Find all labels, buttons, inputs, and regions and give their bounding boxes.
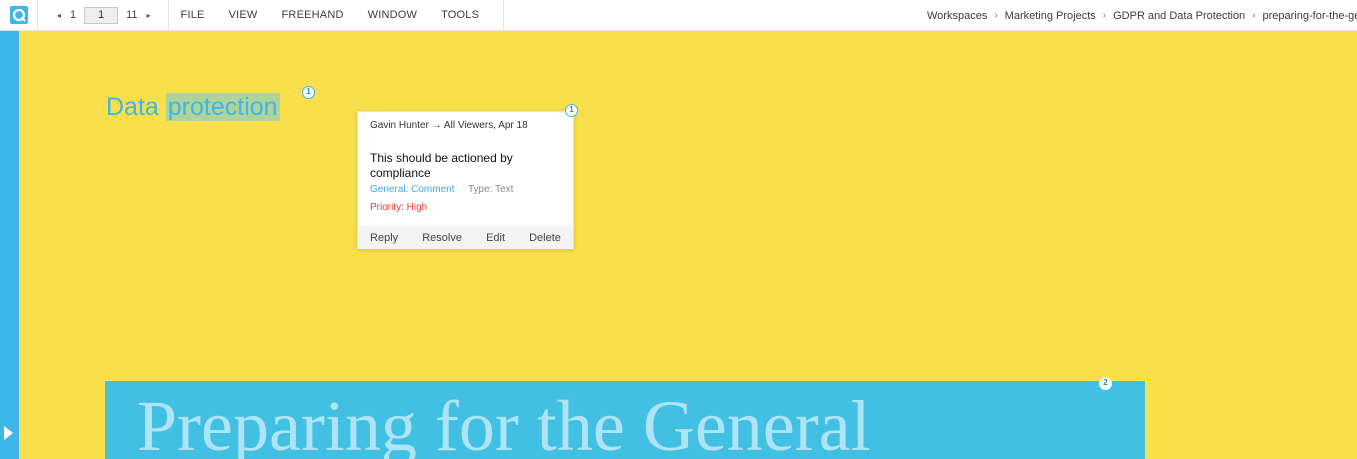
breadcrumb-gdpr[interactable]: GDPR and Data Protection: [1113, 10, 1245, 22]
menu-freehand[interactable]: FREEHAND: [270, 9, 356, 21]
comment-type: Type: Text: [468, 184, 514, 195]
prev-page-icon[interactable]: ◂: [52, 11, 66, 20]
menu-tools[interactable]: TOOLS: [429, 9, 491, 21]
left-sidebar: [0, 31, 19, 459]
top-toolbar: ◂ 1 1 11 ▸ FILE VIEW FREEHAND WINDOW TOO…: [0, 0, 1357, 31]
comment-priority: Priority: High: [370, 202, 428, 213]
document-canvas: Data protection 1 Gavin Hunter → All Vie…: [19, 31, 1357, 459]
delete-button[interactable]: Delete: [529, 232, 561, 244]
reply-button[interactable]: Reply: [370, 232, 398, 244]
page-number-input[interactable]: 1: [84, 6, 119, 24]
annotation-marker-1[interactable]: 1: [302, 86, 315, 99]
banner-title: Preparing for the General: [137, 386, 871, 459]
page-navigator: ◂ 1 1 11 ▸: [38, 0, 169, 31]
main-menu: FILE VIEW FREEHAND WINDOW TOOLS: [169, 0, 505, 31]
resolve-button[interactable]: Resolve: [422, 232, 462, 244]
comment-badge[interactable]: 1: [565, 104, 578, 117]
expand-sidebar-icon[interactable]: [4, 426, 13, 440]
highlighted-text[interactable]: protection: [165, 93, 280, 121]
breadcrumb-workspaces[interactable]: Workspaces: [927, 10, 987, 22]
next-page-icon[interactable]: ▸: [142, 11, 156, 20]
breadcrumb-current-file[interactable]: preparing-for-the-ge: [1263, 10, 1357, 22]
menu-window[interactable]: WINDOW: [356, 9, 429, 21]
comment-card: Gavin Hunter → All Viewers, Apr 18 This …: [357, 111, 574, 249]
menu-file[interactable]: FILE: [169, 9, 217, 21]
heading-plain-text: Data: [106, 93, 159, 121]
comment-body: This should be actioned by compliance: [370, 151, 513, 180]
breadcrumb-separator-icon: ›: [994, 10, 998, 21]
comment-category[interactable]: General: Comment: [370, 184, 454, 195]
edit-button[interactable]: Edit: [486, 232, 505, 244]
current-page-number: 1: [70, 9, 77, 21]
breadcrumb-marketing-projects[interactable]: Marketing Projects: [1005, 10, 1096, 22]
title-banner: Preparing for the General: [105, 381, 1145, 459]
breadcrumb-separator-icon: ›: [1102, 10, 1107, 21]
app-logo-glyph: [9, 6, 28, 24]
comment-actions: Reply Resolve Edit Delete: [358, 226, 573, 249]
menu-view[interactable]: VIEW: [217, 9, 270, 21]
breadcrumb: Workspaces › Marketing Projects › GDPR a…: [927, 0, 1357, 31]
app-logo-icon[interactable]: [0, 0, 38, 31]
total-pages: 11: [126, 9, 138, 21]
breadcrumb-separator-icon: ›: [1252, 10, 1256, 21]
annotation-marker-2[interactable]: 2: [1099, 377, 1112, 390]
document-heading: Data protection: [106, 93, 280, 122]
comment-author-meta: Gavin Hunter → All Viewers, Apr 18: [370, 120, 528, 131]
app-window: ◂ 1 1 11 ▸ FILE VIEW FREEHAND WINDOW TOO…: [0, 0, 1357, 459]
